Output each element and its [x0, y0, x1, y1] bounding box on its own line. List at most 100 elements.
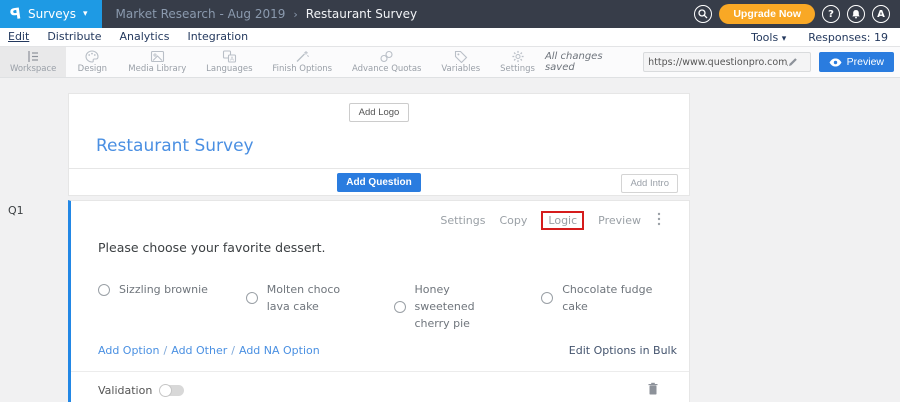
translate-icon: A — [222, 50, 237, 63]
question-actions: Settings Copy Logic Preview — [71, 201, 689, 230]
toggle-knob — [159, 384, 172, 397]
toolbar-item-settings[interactable]: Settings — [490, 47, 545, 77]
slash-separator: / — [231, 344, 235, 357]
pencil-icon[interactable] — [788, 57, 798, 67]
add-question-row: Add Question Add Intro — [69, 168, 689, 195]
radio-icon[interactable] — [541, 292, 553, 304]
survey-title[interactable]: Restaurant Survey — [69, 122, 689, 168]
surveys-menu[interactable]: P Surveys ▾ — [0, 0, 102, 28]
question-copy-link[interactable]: Copy — [500, 214, 528, 227]
gear-icon — [511, 50, 525, 63]
tools-menu[interactable]: Tools ▾ — [751, 31, 786, 44]
validation-toggle[interactable] — [160, 385, 184, 396]
tab-edit[interactable]: Edit — [8, 30, 29, 44]
trash-icon — [647, 382, 659, 396]
tab-distribute[interactable]: Distribute — [47, 30, 101, 44]
toolbar-right: All changes saved Preview — [545, 47, 900, 77]
upgrade-now-button[interactable]: Upgrade Now — [719, 4, 815, 24]
breadcrumb-folder[interactable]: Market Research - Aug 2019 — [116, 7, 286, 21]
survey-url-input[interactable] — [648, 57, 788, 68]
search-button[interactable] — [694, 5, 712, 23]
survey-nav: Edit Distribute Analytics Integration To… — [0, 28, 900, 47]
toolbar-item-design[interactable]: Design — [66, 47, 118, 77]
questionpro-logo-icon: P — [9, 4, 22, 23]
option-label: Chocolate fudge cake — [562, 281, 659, 315]
top-bar: P Surveys ▾ Market Research - Aug 2019 ›… — [0, 0, 900, 28]
radio-icon[interactable] — [394, 301, 406, 313]
validation-label: Validation — [98, 384, 152, 397]
option-molten-choco-lava-cake[interactable]: Molten choco lava cake — [246, 281, 394, 315]
question-text[interactable]: Please choose your favorite dessert. — [71, 230, 689, 255]
breadcrumb-separator-icon: › — [293, 8, 297, 21]
tool-label: Languages — [206, 64, 252, 74]
bell-icon — [851, 9, 861, 19]
chevron-down-icon: ▾ — [782, 34, 787, 44]
question-card: Settings Copy Logic Preview Please choos… — [68, 200, 690, 402]
edit-options-in-bulk-link[interactable]: Edit Options in Bulk — [569, 344, 677, 357]
question-index-label: Q1 — [8, 204, 24, 217]
workspace-icon — [26, 50, 40, 63]
option-honey-sweetened-cherry-pie[interactable]: Honey sweetened cherry pie — [394, 281, 542, 332]
nav-right: Tools ▾ Responses: 19 — [751, 31, 900, 44]
tools-label: Tools — [751, 31, 778, 44]
option-label: Sizzling brownie — [119, 281, 208, 298]
radio-icon[interactable] — [98, 284, 110, 296]
tool-label: Workspace — [10, 64, 56, 74]
tool-label: Media Library — [128, 64, 186, 74]
svg-text:A: A — [230, 57, 234, 63]
topbar-actions: Upgrade Now ? A — [694, 0, 900, 28]
add-na-option-link[interactable]: Add NA Option — [239, 344, 320, 357]
question-preview-link[interactable]: Preview — [598, 214, 641, 227]
question-logic-link[interactable]: Logic — [541, 211, 584, 230]
delete-question-button[interactable] — [647, 382, 659, 399]
tab-analytics[interactable]: Analytics — [120, 30, 170, 44]
question-settings-link[interactable]: Settings — [440, 214, 485, 227]
chevron-down-icon: ▾ — [83, 9, 88, 19]
logo-row: Add Logo — [69, 94, 689, 122]
search-icon — [698, 9, 708, 19]
option-sizzling-brownie[interactable]: Sizzling brownie — [98, 281, 246, 298]
toolbar-item-languages[interactable]: A Languages — [196, 47, 262, 77]
answer-options: Sizzling brownie Molten choco lava cake … — [71, 255, 689, 332]
kebab-menu-icon[interactable] — [655, 212, 661, 229]
toolbar-item-media-library[interactable]: Media Library — [118, 47, 196, 77]
toolbar-item-workspace[interactable]: Workspace — [0, 47, 66, 77]
magic-wand-icon — [295, 50, 309, 63]
notifications-button[interactable] — [847, 5, 865, 23]
product-name: Surveys — [28, 7, 76, 21]
eye-icon — [829, 58, 842, 67]
tool-label: Settings — [500, 64, 535, 74]
add-other-link[interactable]: Add Other — [171, 344, 227, 357]
survey-header-card: Add Logo Restaurant Survey Add Question … — [68, 93, 690, 196]
tool-label: Advance Quotas — [352, 64, 422, 74]
survey-column: Add Logo Restaurant Survey Add Question … — [68, 93, 690, 402]
add-option-link[interactable]: Add Option — [98, 344, 160, 357]
radio-icon[interactable] — [246, 292, 258, 304]
tool-label: Finish Options — [272, 64, 332, 74]
help-button[interactable]: ? — [822, 5, 840, 23]
add-intro-button[interactable]: Add Intro — [621, 174, 678, 193]
tool-label: Variables — [441, 64, 480, 74]
slash-separator: / — [164, 344, 168, 357]
preview-button[interactable]: Preview — [819, 52, 894, 72]
option-label: Molten choco lava cake — [267, 281, 364, 315]
toolbar-item-finish-options[interactable]: Finish Options — [262, 47, 342, 77]
toolbar-item-variables[interactable]: Variables — [431, 47, 490, 77]
editor-toolbar: Workspace Design Media Library A Languag… — [0, 47, 900, 78]
responses-count[interactable]: Responses: 19 — [808, 31, 888, 44]
tag-icon — [454, 50, 468, 63]
image-icon — [150, 50, 165, 63]
add-question-button[interactable]: Add Question — [337, 173, 421, 192]
add-logo-button[interactable]: Add Logo — [349, 103, 410, 122]
account-avatar[interactable]: A — [872, 5, 890, 23]
survey-url-field — [643, 52, 810, 72]
tab-integration[interactable]: Integration — [187, 30, 248, 44]
toolbar-item-advance-quotas[interactable]: Advance Quotas — [342, 47, 431, 77]
preview-label: Preview — [847, 56, 884, 68]
option-chocolate-fudge-cake[interactable]: Chocolate fudge cake — [541, 281, 689, 315]
breadcrumb: Market Research - Aug 2019 › Restaurant … — [102, 0, 432, 28]
option-links-row: Add Option / Add Other / Add NA Option E… — [71, 332, 689, 357]
chain-links-icon — [379, 50, 394, 63]
tool-label: Design — [78, 64, 107, 74]
palette-icon — [85, 50, 99, 63]
